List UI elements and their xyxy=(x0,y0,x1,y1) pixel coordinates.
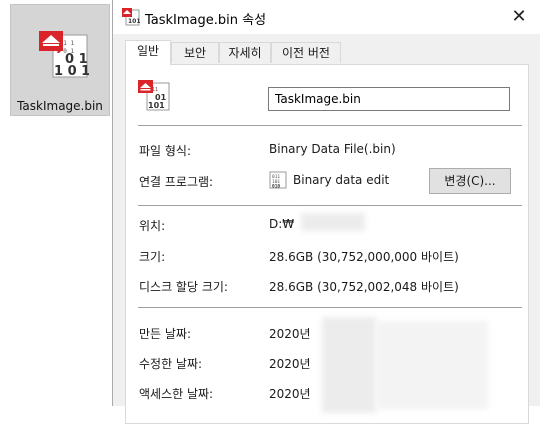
close-button[interactable]: ✕ xyxy=(508,6,530,28)
created-label: 만든 날짜: xyxy=(139,327,192,341)
title-bar[interactable]: 101 TaskImage.bin 속성 ✕ xyxy=(113,0,540,34)
disk-size-value: 28.6GB (30,752,002,048 바이트) xyxy=(269,280,459,294)
properties-dialog: 101 TaskImage.bin 속성 ✕ 일반 보안 자세히 이전 버전 0… xyxy=(112,0,540,424)
change-program-button[interactable]: 변경(C)... xyxy=(429,168,511,194)
modified-label: 수정한 날짜: xyxy=(139,357,203,371)
file-type-label: 파일 형식: xyxy=(139,144,192,158)
general-tab-panel: 011 01 101 파일 형식: Binary Data File(.bin)… xyxy=(125,64,529,424)
location-label: 위치: xyxy=(139,219,166,233)
svg-text:101: 101 xyxy=(128,18,140,25)
size-label: 크기: xyxy=(139,250,166,264)
size-value: 28.6GB (30,752,000,000 바이트) xyxy=(269,250,459,264)
svg-text:101: 101 xyxy=(148,101,165,110)
separator xyxy=(138,205,522,206)
tab-general[interactable]: 일반 xyxy=(125,40,171,65)
redacted-dates xyxy=(376,321,488,409)
separator xyxy=(138,125,522,126)
dialog-title: TaskImage.bin 속성 xyxy=(145,13,267,28)
opens-with-value: Binary data edit xyxy=(293,173,390,187)
opens-with-label: 연결 프로그램: xyxy=(139,175,214,189)
binary-file-icon: 011 01 101 xyxy=(138,80,170,111)
location-value: D:₩ xyxy=(269,217,295,231)
binary-editor-icon: 011 101 010 xyxy=(269,171,287,189)
binary-file-icon: 0 1 1 1 0 1 0 1 1 0 1 xyxy=(39,31,89,79)
modified-value: 2020년 xyxy=(269,357,311,371)
svg-text:1 0 1: 1 0 1 xyxy=(54,64,89,79)
file-type-value: Binary Data File(.bin) xyxy=(269,142,396,156)
desktop-file-icon-tile[interactable]: 0 1 1 1 0 1 0 1 1 0 1 TaskImage.bin xyxy=(10,4,110,116)
accessed-value: 2020년 xyxy=(269,387,311,401)
desktop-file-label: TaskImage.bin xyxy=(17,99,103,113)
file-name-field[interactable] xyxy=(268,87,510,111)
tab-security[interactable]: 보안 xyxy=(171,42,219,63)
tab-previous-versions[interactable]: 이전 버전 xyxy=(271,42,341,63)
accessed-label: 액세스한 날짜: xyxy=(139,387,214,401)
disk-size-label: 디스크 할당 크기: xyxy=(139,280,228,294)
binary-file-icon: 101 xyxy=(122,8,140,26)
svg-text:010: 010 xyxy=(272,184,280,190)
created-value: 2020년 xyxy=(269,327,311,341)
redacted-location xyxy=(301,213,365,231)
redacted-dates xyxy=(322,317,376,413)
tab-details[interactable]: 자세히 xyxy=(219,42,271,63)
separator xyxy=(138,307,522,308)
